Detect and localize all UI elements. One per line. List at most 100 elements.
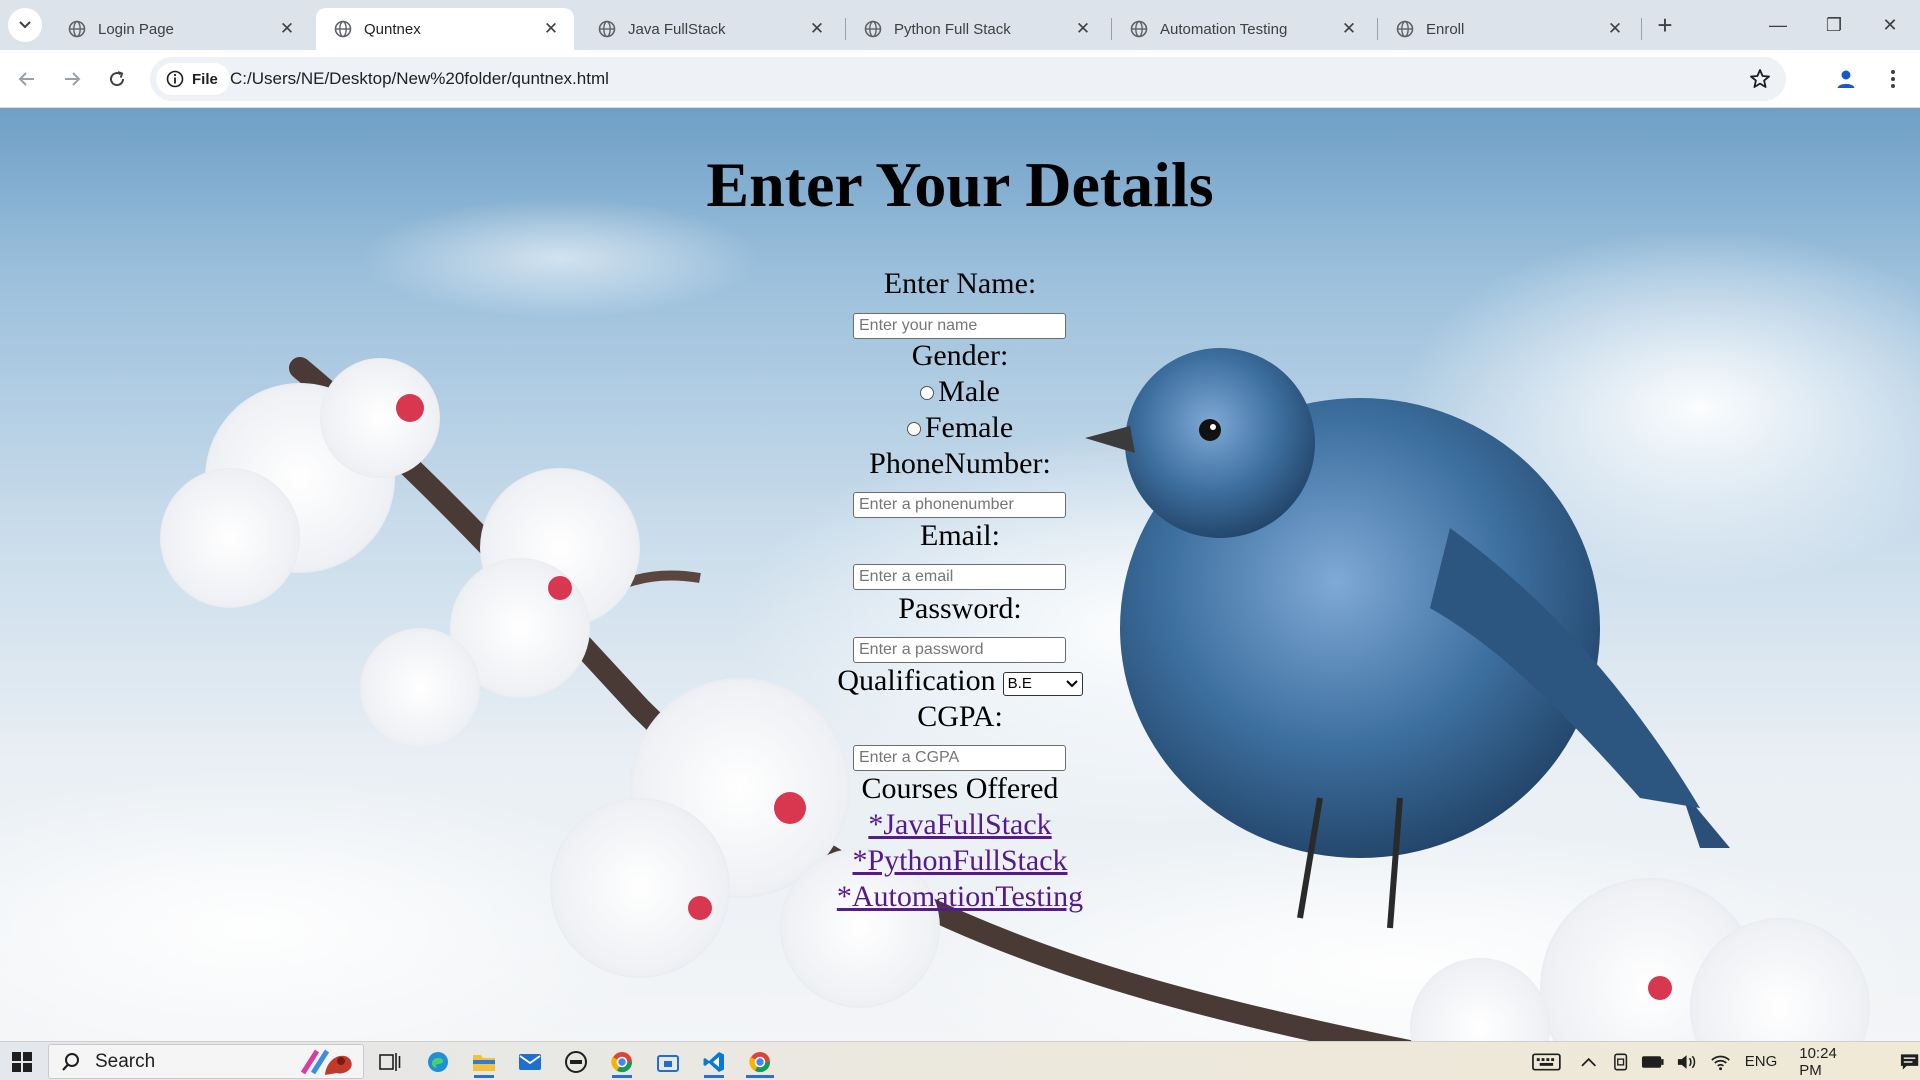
tab-label: Login Page [98,20,174,38]
running-indicator [704,1075,724,1078]
url-text[interactable]: C:/Users/NE/Desktop/New%20folder/quntnex… [230,69,609,89]
globe-icon [334,20,352,38]
tab-login-page[interactable]: Login Page ✕ [50,8,310,50]
task-view-icon [379,1053,401,1071]
course-link-item: *JavaFullStack [0,807,1920,843]
address-bar[interactable]: File C:/Users/NE/Desktop/New%20folder/qu… [150,57,1786,101]
keyboard-icon[interactable] [1532,1051,1561,1073]
dell-taskbar-button[interactable] [560,1046,592,1078]
tab-close-button[interactable]: ✕ [806,18,828,40]
tab-python-full-stack[interactable]: Python Full Stack ✕ [846,8,1106,50]
tab-java-fullstack[interactable]: Java FullStack ✕ [580,8,840,50]
battery-icon[interactable] [1641,1055,1665,1069]
profile-button[interactable] [1830,63,1862,95]
volume-icon[interactable] [1676,1053,1697,1071]
reload-button[interactable] [99,61,135,97]
chevron-up-icon[interactable] [1581,1057,1596,1067]
tab-separator [1641,18,1642,40]
page-title: Enter Your Details [706,149,1214,220]
running-indicator [746,1075,774,1078]
name-input[interactable] [853,313,1066,339]
new-tab-button[interactable]: + [1650,10,1680,40]
browser-menu-button[interactable] [1880,63,1906,95]
globe-icon [68,20,86,38]
course-link-java[interactable]: *JavaFullStack [868,808,1051,841]
gender-option-female[interactable]: Female [0,410,1920,446]
chrome-taskbar-button[interactable] [606,1046,638,1078]
tab-quntnex[interactable]: Quntnex ✕ [316,8,574,50]
cgpa-input[interactable] [853,745,1066,771]
info-icon [166,70,184,88]
tab-label: Python Full Stack [894,20,1011,38]
email-label: Email: [920,519,1000,552]
qualification-value: B.E [1007,675,1032,692]
tab-enroll[interactable]: Enroll ✕ [1378,8,1638,50]
chrome-taskbar-button-active[interactable] [744,1046,776,1078]
search-icon [62,1052,79,1071]
globe-icon [864,20,882,38]
notification-icon[interactable] [1899,1052,1920,1072]
close-window-button[interactable]: ✕ [1862,0,1918,50]
gender-label: Gender: [911,339,1009,372]
tab-label: Automation Testing [1160,20,1288,38]
name-label: Enter Name: [883,267,1037,300]
tab-search-icon [19,21,31,29]
page-viewport: Enter Your Details Enter Name: Gender: M… [0,108,1920,1041]
tab-close-button[interactable]: ✕ [1072,18,1094,40]
clock[interactable]: 10:24 PM [1799,1045,1861,1079]
tab-label: Enroll [1426,20,1465,38]
site-info-chip[interactable]: File [156,63,230,95]
course-link-python[interactable]: *PythonFullStack [852,844,1067,877]
male-label: Male [938,375,1000,408]
male-radio[interactable] [920,386,935,400]
start-button[interactable] [6,1046,38,1078]
courses-heading: Courses Offered [861,772,1059,805]
restore-button[interactable]: ❐ [1806,0,1862,50]
taskbar-search-box[interactable]: Search [48,1044,364,1079]
qualification-label: Qualification [837,664,996,697]
forward-button[interactable] [54,61,90,97]
tab-close-button[interactable]: ✕ [540,18,562,40]
phone-input[interactable] [853,492,1066,518]
dell-icon [565,1051,587,1073]
file-explorer-taskbar-button[interactable] [468,1046,500,1078]
wifi-icon[interactable] [1710,1053,1731,1071]
edge-icon [428,1052,448,1072]
gender-option-male[interactable]: Male [0,374,1920,410]
password-input[interactable] [853,637,1066,663]
search-label: Search [95,1050,156,1072]
globe-icon [1396,20,1414,38]
tab-strip: Login Page ✕ Quntnex ✕ Java FullStack ✕ … [0,0,1920,50]
task-view-button[interactable] [374,1046,406,1078]
mail-icon [519,1054,541,1070]
back-arrow-icon [18,72,34,86]
email-input[interactable] [853,564,1066,590]
edge-taskbar-button[interactable] [422,1046,454,1078]
search-highlight-icon [300,1049,352,1075]
password-label: Password: [898,592,1022,625]
windows-start-icon [12,1052,32,1072]
course-link-item: *AutomationTesting [0,879,1920,915]
tab-search-button[interactable] [8,8,42,42]
female-label: Female [924,411,1014,444]
qualification-select[interactable]: B.E [1002,672,1083,696]
store-taskbar-button[interactable] [652,1046,684,1078]
forward-arrow-icon [65,72,81,86]
device-icon[interactable] [1612,1052,1629,1072]
language-indicator[interactable]: ENG [1745,1053,1778,1070]
back-button[interactable] [9,61,45,97]
course-link-automation[interactable]: *AutomationTesting [837,880,1083,913]
file-explorer-icon [473,1055,495,1071]
globe-icon [598,20,616,38]
store-icon [657,1055,679,1072]
globe-icon [1130,20,1148,38]
mail-taskbar-button[interactable] [514,1046,546,1078]
female-radio[interactable] [906,422,921,436]
tab-close-button[interactable]: ✕ [1338,18,1360,40]
minimize-button[interactable]: — [1750,0,1806,50]
tab-automation-testing[interactable]: Automation Testing ✕ [1112,8,1372,50]
tab-close-button[interactable]: ✕ [1604,18,1626,40]
star-icon[interactable] [1748,67,1772,91]
tab-close-button[interactable]: ✕ [276,18,298,40]
vscode-taskbar-button[interactable] [698,1046,730,1078]
